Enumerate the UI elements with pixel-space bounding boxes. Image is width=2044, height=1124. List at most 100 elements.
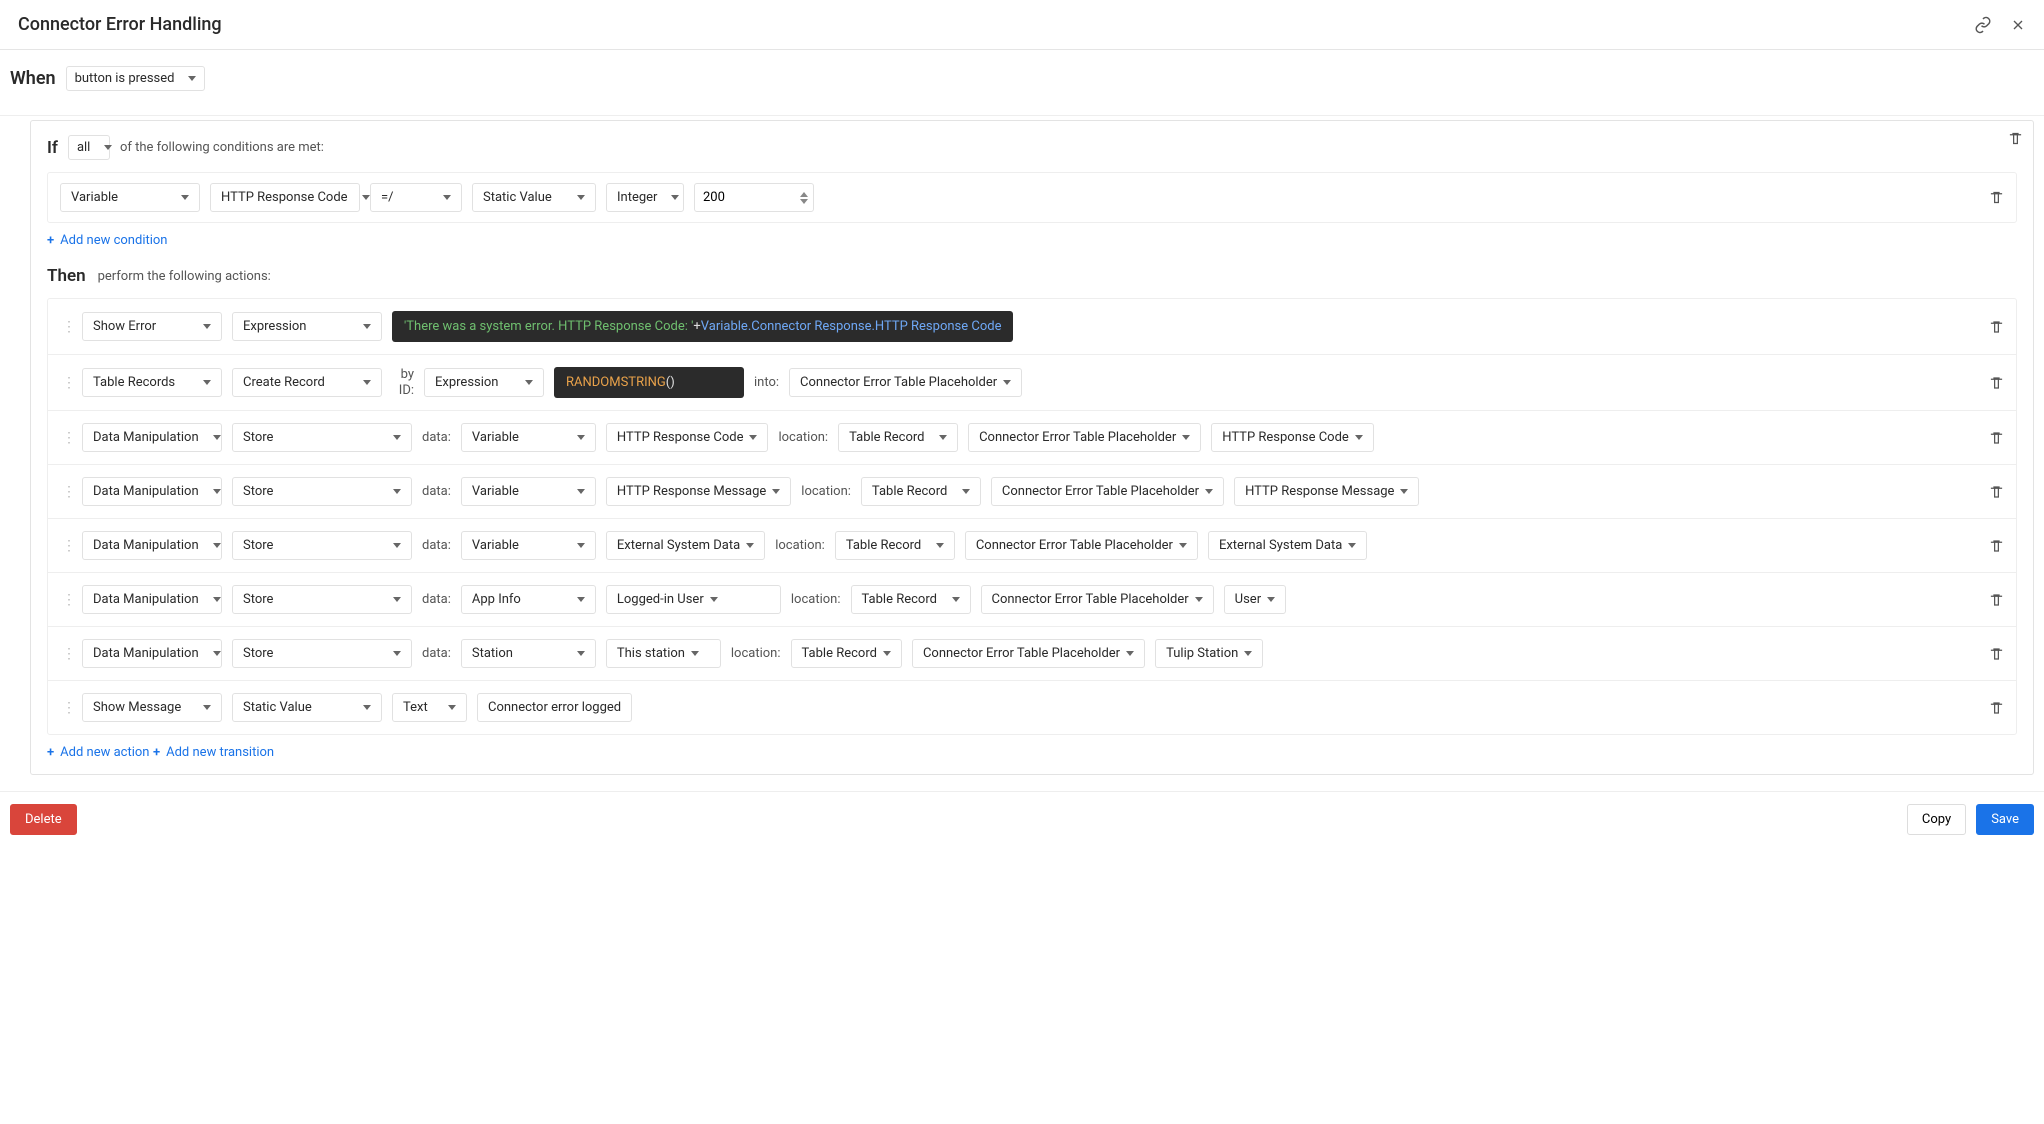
chevron-down-icon (393, 489, 401, 494)
location-kind-dropdown[interactable]: Table Record (835, 531, 955, 560)
action-mode-dropdown[interactable]: Create Record (232, 368, 382, 397)
location-field-dropdown[interactable]: HTTP Response Code (1211, 423, 1374, 452)
delete-action-icon[interactable] (1989, 646, 2004, 661)
id-mode-dropdown[interactable]: Expression (424, 368, 544, 397)
when-label: When (10, 68, 56, 89)
location-kind-dropdown[interactable]: Table Record (791, 639, 902, 668)
data-value-dropdown[interactable]: Logged-in User (606, 585, 781, 614)
into-label: into: (754, 375, 779, 390)
delete-action-icon[interactable] (1989, 538, 2004, 553)
chevron-down-icon (577, 435, 585, 440)
drag-handle-icon[interactable]: ⋮⋮ (62, 484, 72, 500)
link-icon[interactable] (1974, 16, 1992, 34)
text-kind-dropdown[interactable]: Text (392, 693, 467, 722)
location-label: location: (801, 484, 851, 499)
action-mode-dropdown[interactable]: Store (232, 477, 412, 506)
drag-handle-icon[interactable]: ⋮⋮ (62, 700, 72, 716)
location-table-dropdown[interactable]: Connector Error Table Placeholder (991, 477, 1224, 506)
location-kind-dropdown[interactable]: Table Record (861, 477, 981, 506)
chevron-down-icon (1195, 597, 1203, 602)
action-mode-dropdown[interactable]: Store (232, 585, 412, 614)
number-stepper[interactable] (800, 192, 808, 204)
when-trigger-dropdown[interactable]: button is pressed (66, 66, 206, 91)
message-text-input[interactable]: Connector error logged (477, 693, 632, 722)
action-type-dropdown[interactable]: Show Message (82, 693, 222, 722)
add-action-link[interactable]: +Add new action (47, 745, 149, 760)
data-kind-dropdown[interactable]: Variable (461, 531, 596, 560)
location-kind-dropdown[interactable]: Table Record (851, 585, 971, 614)
data-kind-dropdown[interactable]: Station (461, 639, 596, 668)
chevron-down-icon (577, 489, 585, 494)
chevron-down-icon (393, 597, 401, 602)
chevron-down-icon (393, 543, 401, 548)
action-mode-dropdown[interactable]: Expression (232, 312, 382, 341)
delete-button[interactable]: Delete (10, 804, 77, 835)
data-kind-dropdown[interactable]: Variable (461, 477, 596, 506)
copy-button[interactable]: Copy (1907, 804, 1966, 835)
expression-input[interactable]: RANDOMSTRING() (554, 367, 744, 398)
save-button[interactable]: Save (1976, 804, 2034, 835)
location-table-dropdown[interactable]: Connector Error Table Placeholder (981, 585, 1214, 614)
location-table-dropdown[interactable]: Connector Error Table Placeholder (965, 531, 1198, 560)
chevron-down-icon (962, 489, 970, 494)
action-type-dropdown[interactable]: Data Manipulation (82, 423, 222, 452)
actions-list: ⋮⋮ Show Error Expression 'There was a sy… (47, 298, 2017, 735)
drag-handle-icon[interactable]: ⋮⋮ (62, 592, 72, 608)
drag-handle-icon[interactable]: ⋮⋮ (62, 646, 72, 662)
add-transition-link[interactable]: +Add new transition (153, 745, 274, 760)
data-kind-dropdown[interactable]: Variable (461, 423, 596, 452)
drag-handle-icon[interactable]: ⋮⋮ (62, 538, 72, 554)
location-table-dropdown[interactable]: Connector Error Table Placeholder (912, 639, 1145, 668)
delete-action-icon[interactable] (1989, 375, 2004, 390)
action-mode-dropdown[interactable]: Store (232, 639, 412, 668)
action-type-dropdown[interactable]: Data Manipulation (82, 639, 222, 668)
action-mode-dropdown[interactable]: Store (232, 423, 412, 452)
action-type-dropdown[interactable]: Data Manipulation (82, 531, 222, 560)
location-field-dropdown[interactable]: HTTP Response Message (1234, 477, 1419, 506)
delete-action-icon[interactable] (1989, 700, 2004, 715)
data-value-dropdown[interactable]: External System Data (606, 531, 765, 560)
condition-op-dropdown[interactable]: =/ (370, 183, 462, 212)
delete-action-icon[interactable] (1989, 319, 2004, 334)
if-quantifier-dropdown[interactable]: all (68, 135, 110, 160)
action-type-dropdown[interactable]: Data Manipulation (82, 585, 222, 614)
condition-value-input[interactable] (694, 183, 814, 212)
condition-left-dropdown[interactable]: Variable (60, 183, 200, 212)
data-value-dropdown[interactable]: HTTP Response Code (606, 423, 769, 452)
action-row: ⋮⋮ Data Manipulation Store data: Variabl… (48, 411, 2016, 465)
into-target-dropdown[interactable]: Connector Error Table Placeholder (789, 368, 1022, 397)
dialog-footer: Delete Copy Save (0, 791, 2044, 847)
drag-handle-icon[interactable]: ⋮⋮ (62, 319, 72, 335)
action-type-dropdown[interactable]: Data Manipulation (82, 477, 222, 506)
action-mode-dropdown[interactable]: Store (232, 531, 412, 560)
data-label: data: (422, 538, 451, 553)
drag-handle-icon[interactable]: ⋮⋮ (62, 430, 72, 446)
location-field-dropdown[interactable]: External System Data (1208, 531, 1367, 560)
delete-rule-icon[interactable] (2008, 131, 2023, 146)
action-mode-dropdown[interactable]: Static Value (232, 693, 382, 722)
chevron-down-icon (525, 380, 533, 385)
chevron-down-icon (1267, 597, 1275, 602)
expression-input[interactable]: 'There was a system error. HTTP Response… (392, 311, 1013, 342)
data-kind-dropdown[interactable]: App Info (461, 585, 596, 614)
delete-action-icon[interactable] (1989, 592, 2004, 607)
data-value-dropdown[interactable]: HTTP Response Message (606, 477, 791, 506)
close-icon[interactable] (2010, 17, 2026, 33)
location-field-dropdown[interactable]: User (1224, 585, 1286, 614)
condition-rhs-type-dropdown[interactable]: Static Value (472, 183, 596, 212)
action-type-dropdown[interactable]: Show Error (82, 312, 222, 341)
location-table-dropdown[interactable]: Connector Error Table Placeholder (968, 423, 1201, 452)
location-kind-dropdown[interactable]: Table Record (838, 423, 958, 452)
action-type-dropdown[interactable]: Table Records (82, 368, 222, 397)
condition-field-dropdown[interactable]: HTTP Response Code (210, 183, 360, 212)
add-condition-link[interactable]: +Add new condition (47, 233, 168, 248)
delete-action-icon[interactable] (1989, 430, 2004, 445)
plus-icon: + (153, 745, 160, 760)
delete-condition-icon[interactable] (1989, 190, 2004, 205)
condition-rhs-kind-dropdown[interactable]: Integer (606, 183, 684, 212)
data-value-dropdown[interactable]: This station (606, 639, 721, 668)
location-field-dropdown[interactable]: Tulip Station (1155, 639, 1263, 668)
delete-action-icon[interactable] (1989, 484, 2004, 499)
drag-handle-icon[interactable]: ⋮⋮ (62, 375, 72, 391)
data-label: data: (422, 592, 451, 607)
